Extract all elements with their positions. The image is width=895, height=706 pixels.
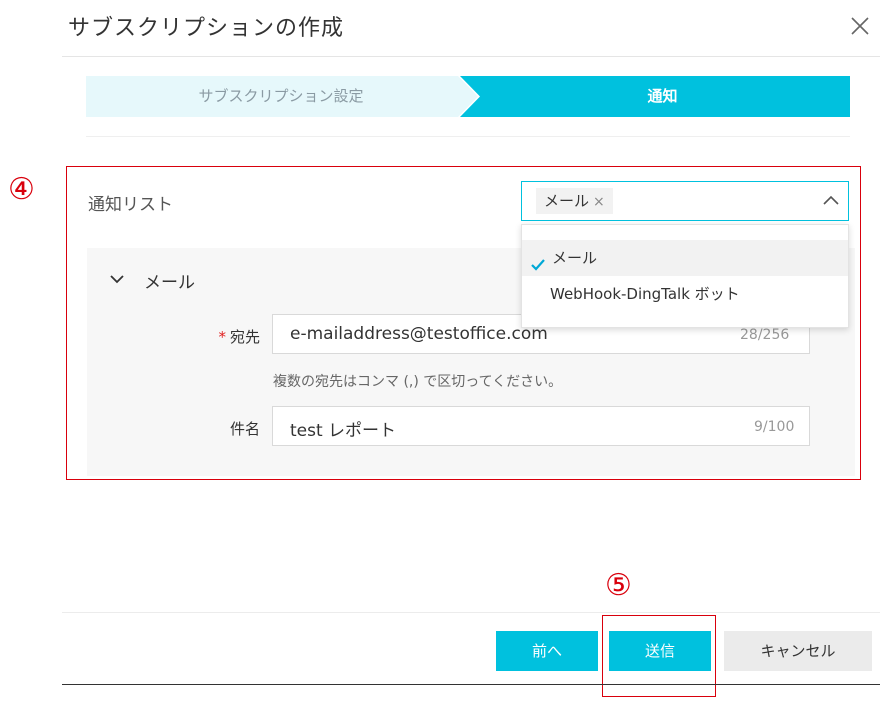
prev-button[interactable]: 前へ: [496, 631, 598, 671]
bottom-border: [62, 684, 880, 685]
chevron-down-icon[interactable]: [108, 270, 126, 288]
recipient-counter: 28/256: [740, 327, 790, 343]
recipient-label: * 宛先: [180, 326, 260, 347]
dropdown-option-webhook-label: WebHook-DingTalk ボット: [550, 285, 740, 303]
notification-list-label: 通知リスト: [88, 195, 173, 215]
selected-tag: メール ×: [536, 188, 613, 214]
header-divider: [62, 56, 880, 57]
close-icon[interactable]: [846, 12, 874, 40]
dropdown-option-mail-label: メール: [552, 249, 598, 267]
mail-section-title: メール: [144, 273, 195, 293]
steps-divider: [86, 136, 850, 137]
annotation-marker-4: ④: [8, 172, 35, 207]
recipient-hint: 複数の宛先はコンマ (,) で区切ってください。: [273, 374, 563, 390]
notification-dropdown-menu: メール WebHook-DingTalk ボット: [521, 224, 849, 328]
dialog-title: サブスクリプションの作成: [68, 16, 345, 41]
subject-counter: 9/100: [754, 419, 795, 435]
selected-tag-label: メール: [544, 192, 590, 210]
dropdown-option-mail[interactable]: メール: [522, 240, 848, 276]
cancel-button[interactable]: キャンセル: [724, 631, 872, 671]
recipient-value: e-mailaddress@testoffice.com: [290, 324, 548, 344]
tag-remove-icon[interactable]: ×: [593, 194, 605, 210]
chevron-up-icon[interactable]: [820, 190, 842, 212]
step-1-label: サブスクリプション設定: [198, 87, 364, 105]
step-2-label: 通知: [647, 87, 678, 105]
footer-divider: [62, 612, 880, 613]
subject-label: 件名: [229, 420, 260, 438]
recipient-label-text: 宛先: [229, 328, 260, 346]
dropdown-option-webhook[interactable]: WebHook-DingTalk ボット: [522, 276, 848, 312]
required-mark: *: [218, 328, 226, 346]
annotation-marker-5: ⑤: [605, 568, 632, 603]
checkmark-icon: [530, 250, 546, 271]
subject-value: test レポート: [290, 421, 397, 441]
